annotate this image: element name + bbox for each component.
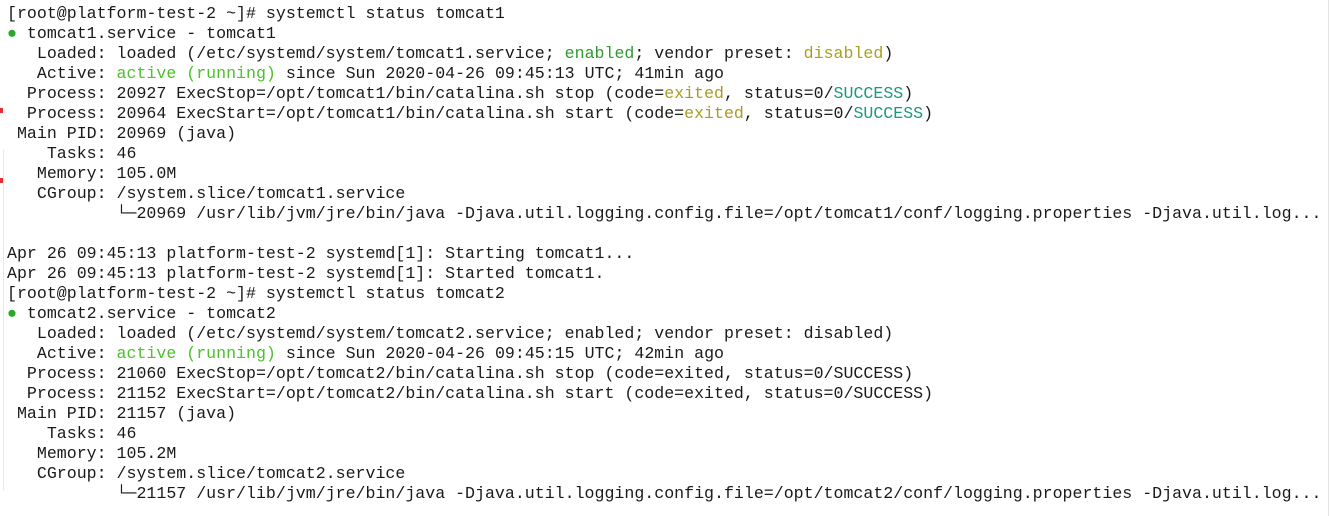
terminal-text: Main PID: 20969 (java) (7, 124, 237, 143)
status-enabled: enabled (564, 44, 635, 63)
status-disabled: disabled (803, 44, 884, 63)
terminal-line: └─20969 /usr/lib/jvm/jre/bin/java -Djava… (7, 204, 1322, 224)
terminal-text: , status=0/ (743, 104, 854, 123)
terminal-text: └─20969 /usr/lib/jvm/jre/bin/java -Djava… (7, 204, 1322, 223)
terminal-text: Process: 20927 ExecStop=/opt/tomcat1/bin… (7, 84, 665, 103)
terminal-line: Process: 21152 ExecStart=/opt/tomcat2/bi… (7, 384, 1321, 404)
terminal-text: Active: (7, 64, 117, 83)
terminal-text: Tasks: 46 (7, 424, 137, 443)
terminal-line: ● tomcat1.service - tomcat1 (7, 24, 1321, 44)
terminal-text: └─21157 /usr/lib/jvm/jre/bin/java -Djava… (7, 484, 1322, 503)
terminal-text: Memory: 105.0M (7, 164, 177, 183)
terminal-text: Process: 21060 ExecStop=/opt/tomcat2/bin… (7, 364, 914, 383)
terminal-line: CGroup: /system.slice/tomcat1.service (7, 184, 1321, 204)
terminal-line: Active: active (running) since Sun 2020-… (7, 344, 1321, 364)
status-dot-icon: ● (7, 304, 17, 323)
status-exited: exited (684, 104, 744, 123)
left-marker (0, 178, 3, 183)
terminal-line: Loaded: loaded (/etc/systemd/system/tomc… (7, 44, 1321, 64)
terminal-text: Apr 26 09:45:13 platform-test-2 systemd[… (7, 264, 605, 283)
terminal-line: Process: 20964 ExecStart=/opt/tomcat1/bi… (7, 104, 1321, 124)
terminal-line: Main PID: 21157 (java) (7, 404, 1321, 424)
right-border (1328, 0, 1329, 516)
terminal-text: Tasks: 46 (7, 144, 137, 163)
terminal-line: CGroup: /system.slice/tomcat2.service (7, 464, 1321, 484)
terminal-line: Main PID: 20969 (java) (7, 124, 1321, 144)
terminal-line: Active: active (running) since Sun 2020-… (7, 64, 1321, 84)
terminal-text: Process: 20964 ExecStart=/opt/tomcat1/bi… (7, 104, 685, 123)
terminal-text: tomcat2.service - tomcat2 (16, 304, 276, 323)
terminal-text: since Sun 2020-04-26 09:45:13 UTC; 41min… (275, 64, 724, 83)
terminal-text: ) (923, 104, 934, 123)
left-marker (0, 108, 3, 113)
status-dot-icon: ● (7, 24, 17, 43)
terminal-line: [root@platform-test-2 ~]# systemctl stat… (7, 4, 1321, 24)
status-success: SUCCESS (853, 104, 924, 123)
terminal-text: ; vendor preset: (634, 44, 804, 63)
terminal-text: since Sun 2020-04-26 09:45:15 UTC; 42min… (275, 344, 724, 363)
status-success: SUCCESS (833, 84, 904, 103)
terminal-text: ) (903, 84, 914, 103)
terminal-line: ● tomcat2.service - tomcat2 (7, 304, 1321, 324)
terminal-line: Tasks: 46 (7, 424, 1321, 444)
terminal-text: Process: 21152 ExecStart=/opt/tomcat2/bi… (7, 384, 934, 403)
terminal-text: ) (883, 44, 894, 63)
terminal-text: Memory: 105.2M (7, 444, 177, 463)
terminal-text: Active: (7, 344, 117, 363)
left-panel-border (0, 150, 4, 490)
terminal-text: tomcat1.service - tomcat1 (16, 24, 276, 43)
terminal-line: Loaded: loaded (/etc/systemd/system/tomc… (7, 324, 1321, 344)
status-exited: exited (664, 84, 724, 103)
terminal-line: Apr 26 09:45:13 platform-test-2 systemd[… (7, 244, 1321, 264)
terminal-text: Loaded: loaded (/etc/systemd/system/tomc… (7, 324, 894, 343)
terminal-line: Memory: 105.2M (7, 444, 1321, 464)
terminal-line: └─21157 /usr/lib/jvm/jre/bin/java -Djava… (7, 484, 1322, 504)
terminal-line: Tasks: 46 (7, 144, 1321, 164)
terminal-text: CGroup: /system.slice/tomcat2.service (7, 464, 406, 483)
terminal-text: Loaded: loaded (/etc/systemd/system/tomc… (7, 44, 565, 63)
terminal-text: CGroup: /system.slice/tomcat1.service (7, 184, 406, 203)
terminal-text: Main PID: 21157 (java) (7, 404, 237, 423)
terminal-line: Apr 26 09:45:13 platform-test-2 systemd[… (7, 264, 1321, 284)
status-active: active (running) (116, 64, 276, 83)
terminal-output[interactable]: [root@platform-test-2 ~]# systemctl stat… (7, 4, 1321, 504)
terminal-text: , status=0/ (723, 84, 834, 103)
terminal-text: Apr 26 09:45:13 platform-test-2 systemd[… (7, 244, 635, 263)
terminal-text: [root@platform-test-2 ~]# systemctl stat… (7, 284, 505, 303)
terminal-line: Memory: 105.0M (7, 164, 1321, 184)
terminal-text: [root@platform-test-2 ~]# systemctl stat… (7, 4, 505, 23)
terminal-line: Process: 20927 ExecStop=/opt/tomcat1/bin… (7, 84, 1321, 104)
terminal-line: [root@platform-test-2 ~]# systemctl stat… (7, 284, 1321, 304)
status-active: active (running) (116, 344, 276, 363)
terminal-line: Process: 21060 ExecStop=/opt/tomcat2/bin… (7, 364, 1321, 384)
